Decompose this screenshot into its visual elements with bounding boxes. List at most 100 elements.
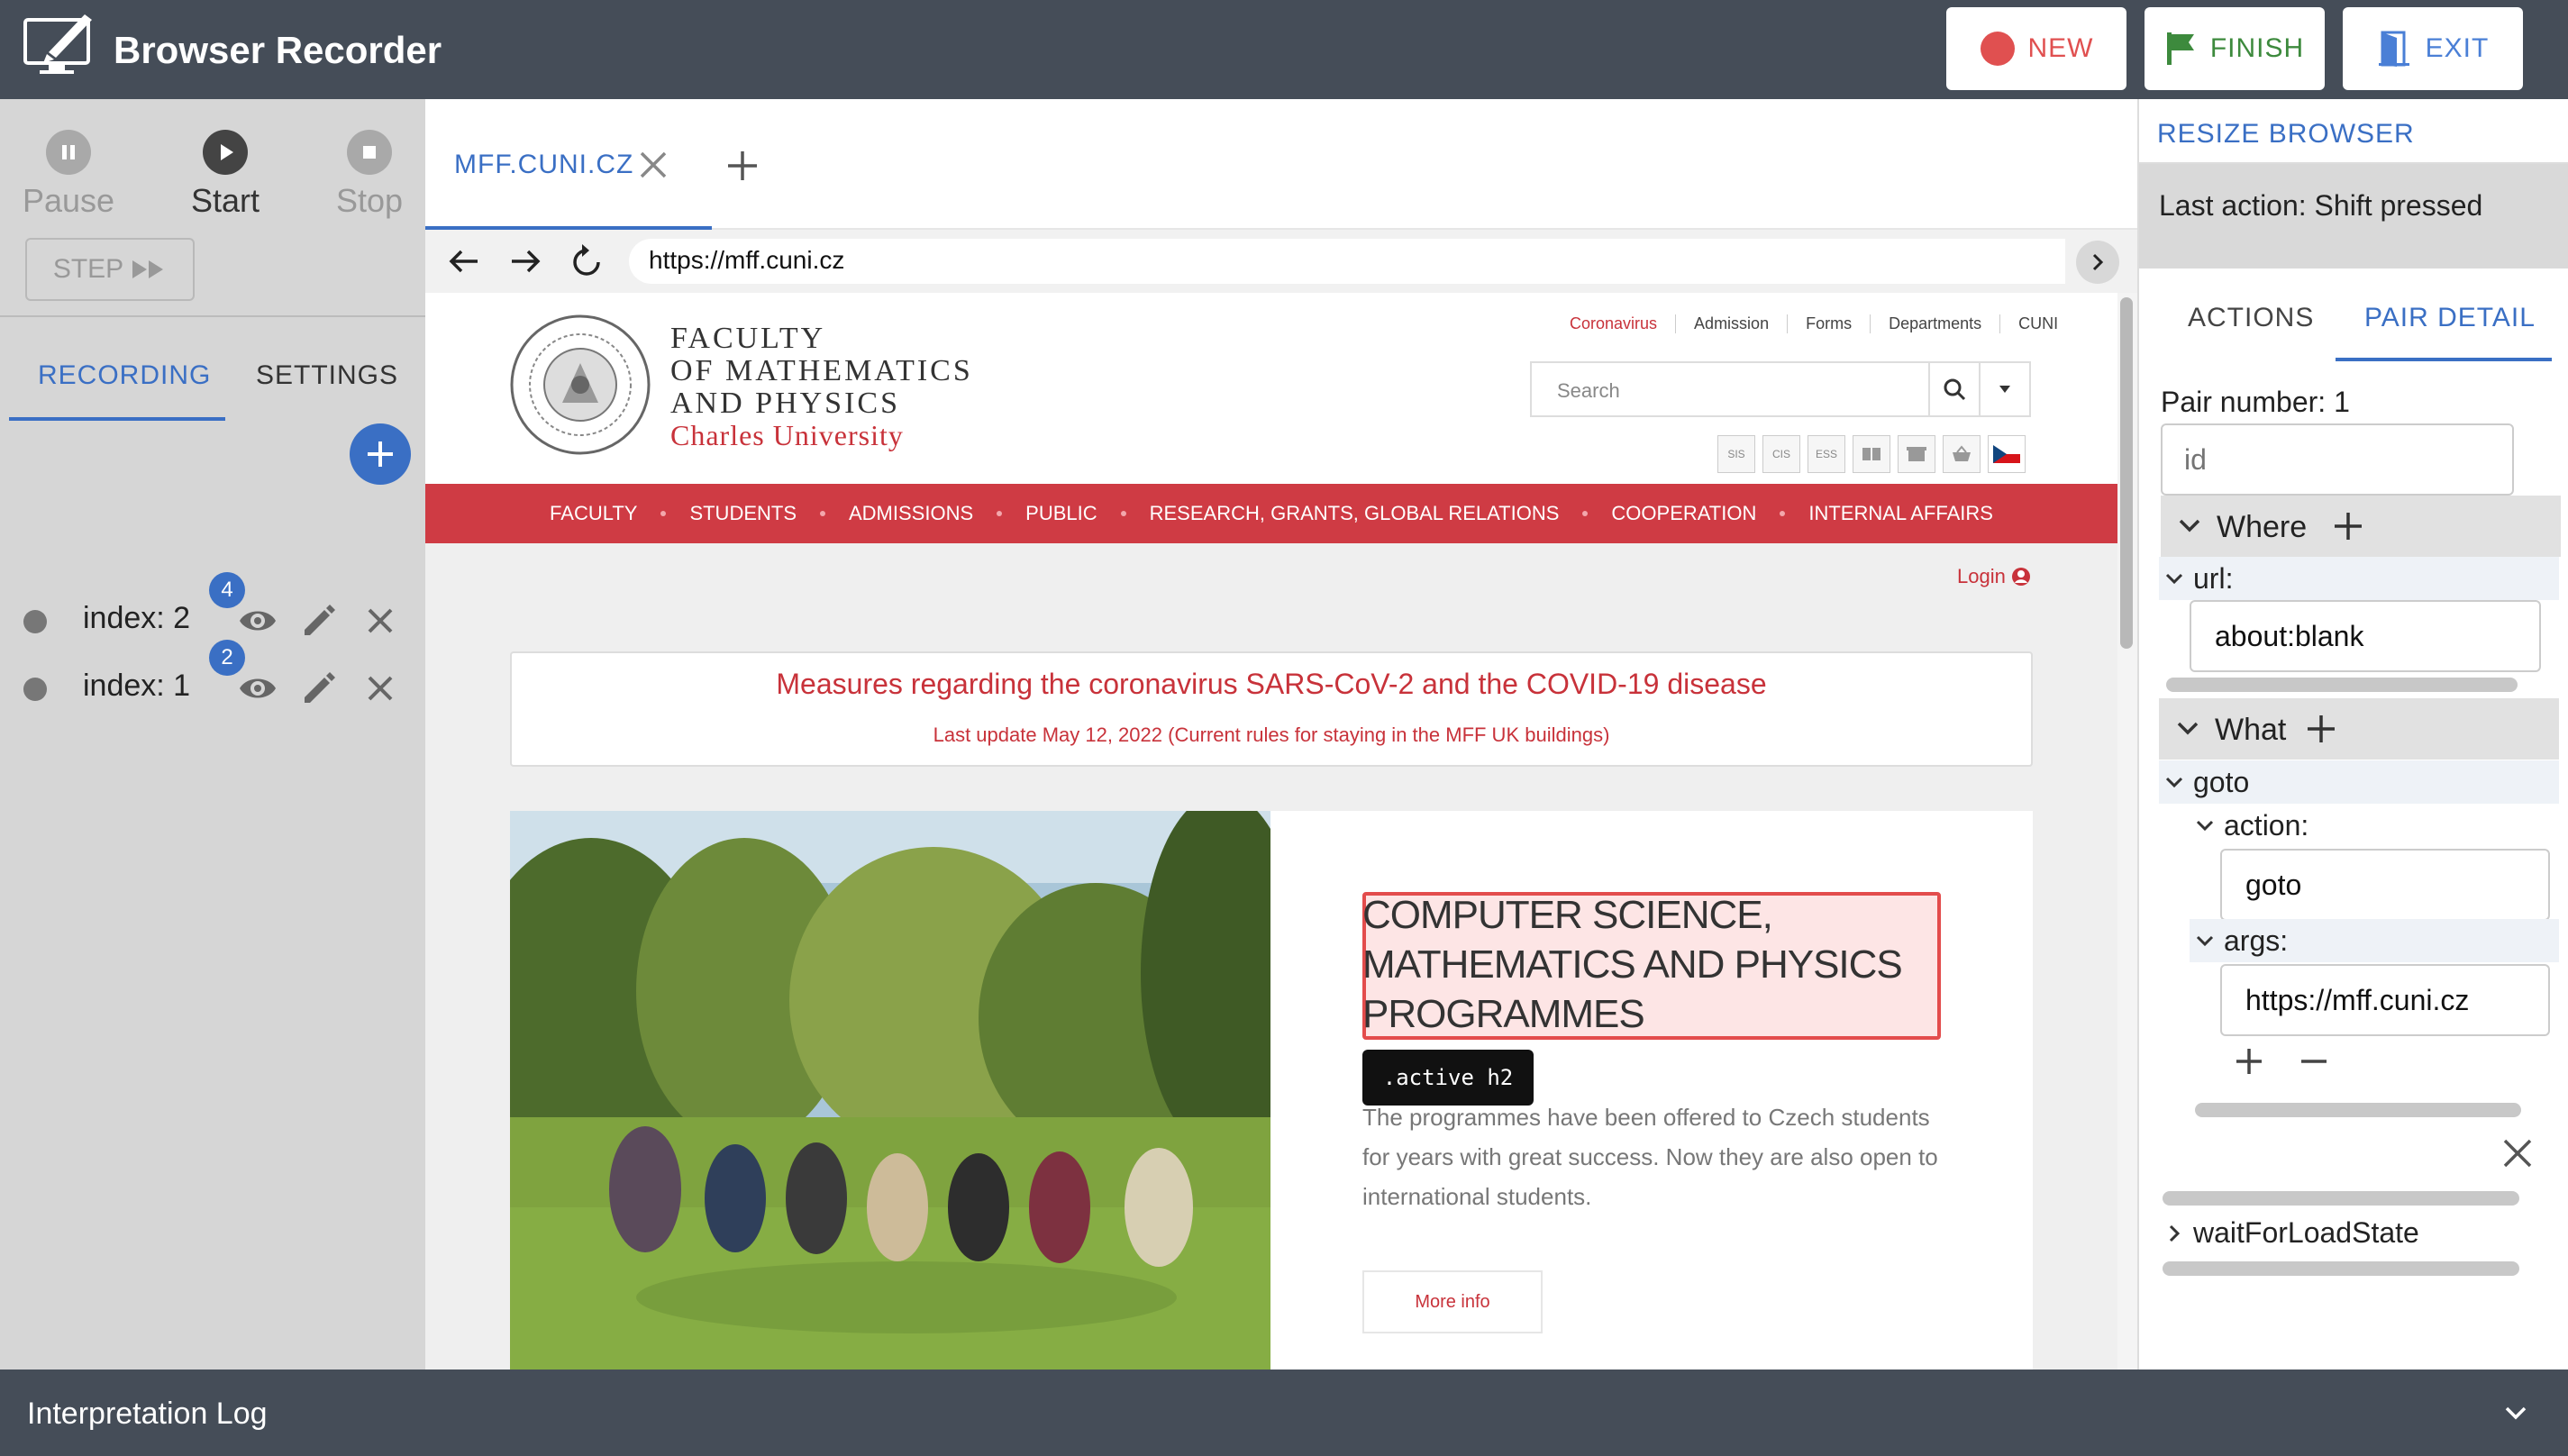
more-info-button[interactable]: More info bbox=[1362, 1270, 1543, 1333]
tab-pair-detail[interactable]: PAIR DETAIL bbox=[2364, 303, 2536, 333]
forward-arrow-icon[interactable] bbox=[505, 241, 546, 282]
exit-button[interactable]: EXIT bbox=[2343, 7, 2523, 90]
basket-icon[interactable] bbox=[1943, 435, 1981, 473]
new-tab-plus-icon[interactable] bbox=[723, 146, 762, 186]
delete-x-icon[interactable] bbox=[359, 667, 402, 710]
interpretation-log-bar[interactable]: Interpretation Log bbox=[0, 1370, 2568, 1456]
ess-icon[interactable]: ESS bbox=[1808, 435, 1845, 473]
site-search-button[interactable] bbox=[1928, 363, 1979, 415]
horizontal-scrollbar[interactable] bbox=[2163, 1191, 2519, 1206]
args-key-row[interactable]: args: bbox=[2190, 919, 2559, 962]
site-link-admission[interactable]: Admission bbox=[1676, 314, 1789, 333]
goto-row[interactable]: goto bbox=[2159, 760, 2559, 804]
pair-id-input[interactable] bbox=[2161, 423, 2514, 496]
last-action-text: Last action: Shift pressed bbox=[2159, 189, 2483, 222]
chevron-down-icon bbox=[2165, 573, 2183, 585]
eye-icon[interactable] bbox=[236, 667, 279, 710]
faculty-name-line: AND PHYSICS bbox=[670, 387, 900, 420]
tab-recording[interactable]: RECORDING bbox=[38, 360, 211, 391]
tab-indicator bbox=[2336, 358, 2552, 361]
site-nav-research[interactable]: RESEARCH, GRANTS, GLOBAL RELATIONS bbox=[1150, 502, 1560, 525]
url-value-input[interactable]: about:blank bbox=[2190, 600, 2541, 672]
site-nav-cooperation[interactable]: COOPERATION bbox=[1611, 502, 1756, 525]
edit-pencil-icon[interactable] bbox=[297, 599, 341, 642]
czech-flag-icon[interactable] bbox=[1988, 435, 2026, 473]
add-pair-button[interactable] bbox=[350, 423, 411, 485]
cis-icon[interactable]: CIS bbox=[1762, 435, 1800, 473]
exit-door-icon bbox=[2378, 31, 2409, 67]
add-arg-plus-icon[interactable] bbox=[2233, 1045, 2265, 1078]
wait-for-load-state-row[interactable]: waitForLoadState bbox=[2159, 1211, 2559, 1254]
flag-icon bbox=[2166, 32, 2194, 65]
what-section-header[interactable]: What bbox=[2159, 698, 2559, 760]
pair-label: index: 2 bbox=[83, 601, 191, 635]
chevron-down-icon bbox=[2196, 820, 2214, 832]
add-what-plus-icon[interactable] bbox=[2305, 713, 2337, 745]
search-icon bbox=[1944, 378, 1966, 401]
step-button[interactable]: STEP bbox=[25, 238, 195, 301]
new-button[interactable]: NEW bbox=[1946, 7, 2126, 90]
site-nav-public[interactable]: PUBLIC bbox=[1025, 502, 1097, 525]
pair-item[interactable]: index: 1 2 bbox=[0, 640, 425, 712]
site-login-link[interactable]: Login bbox=[1957, 565, 2031, 588]
hero-heading[interactable]: COMPUTER SCIENCE, MATHEMATICS AND PHYSIC… bbox=[1362, 890, 1948, 1039]
site-search-dropdown[interactable] bbox=[1979, 363, 2029, 415]
app-header: Browser Recorder NEW FINISH EXIT bbox=[0, 0, 2568, 99]
eye-icon[interactable] bbox=[236, 599, 279, 642]
action-key-label: action: bbox=[2224, 809, 2309, 842]
site-link-coronavirus[interactable]: Coronavirus bbox=[1552, 314, 1677, 333]
webpage-viewport[interactable]: FACULTY OF MATHEMATICS AND PHYSICS Charl… bbox=[425, 293, 2117, 1370]
back-arrow-icon[interactable] bbox=[443, 241, 485, 282]
pause-button[interactable]: Pause bbox=[5, 130, 132, 220]
args-value-input[interactable]: https://mff.cuni.cz bbox=[2220, 964, 2550, 1036]
site-login-label: Login bbox=[1957, 565, 2006, 587]
url-go-button[interactable] bbox=[2076, 241, 2119, 284]
covid-notice-banner[interactable]: Measures regarding the coronavirus SARS-… bbox=[510, 651, 2033, 767]
reload-icon[interactable] bbox=[566, 241, 607, 282]
hero-section: COMPUTER SCIENCE, MATHEMATICS AND PHYSIC… bbox=[510, 811, 2033, 1370]
edit-pencil-icon[interactable] bbox=[297, 667, 341, 710]
browser-tab[interactable]: MFF.CUNI.CZ bbox=[425, 99, 712, 230]
site-link-cuni[interactable]: CUNI bbox=[2000, 314, 2076, 333]
horizontal-scrollbar[interactable] bbox=[2195, 1103, 2521, 1117]
phone-icon[interactable] bbox=[1898, 435, 1935, 473]
resize-browser-button[interactable]: RESIZE BROWSER bbox=[2157, 119, 2415, 150]
finish-button[interactable]: FINISH bbox=[2145, 7, 2325, 90]
start-button[interactable]: Start bbox=[162, 130, 288, 220]
site-link-departments[interactable]: Departments bbox=[1871, 314, 2001, 333]
delete-action-x-icon[interactable] bbox=[2500, 1135, 2536, 1171]
site-nav-admissions[interactable]: ADMISSIONS bbox=[849, 502, 973, 525]
stop-button[interactable]: Stop bbox=[306, 130, 433, 220]
tab-settings[interactable]: SETTINGS bbox=[256, 360, 398, 391]
horizontal-scrollbar[interactable] bbox=[2163, 1261, 2519, 1276]
pair-label: index: 1 bbox=[83, 669, 191, 703]
site-search-input[interactable]: Search bbox=[1530, 361, 2031, 417]
start-label: Start bbox=[190, 182, 260, 219]
nav-separator bbox=[1582, 511, 1589, 516]
tab-actions[interactable]: ACTIONS bbox=[2188, 303, 2314, 333]
play-icon bbox=[203, 130, 248, 175]
step-label: STEP bbox=[52, 254, 124, 284]
horizontal-scrollbar[interactable] bbox=[2166, 678, 2518, 692]
site-nav-internal-affairs[interactable]: INTERNAL AFFAIRS bbox=[1808, 502, 1993, 525]
url-key-row[interactable]: url: bbox=[2159, 557, 2559, 600]
delete-x-icon[interactable] bbox=[359, 599, 402, 642]
nav-separator bbox=[660, 511, 667, 516]
pair-item[interactable]: index: 2 4 bbox=[0, 572, 425, 644]
sis-icon[interactable]: SIS bbox=[1717, 435, 1755, 473]
action-key-row[interactable]: action: bbox=[2190, 804, 2559, 847]
action-value-input[interactable]: goto bbox=[2220, 849, 2550, 921]
nav-separator bbox=[997, 511, 1003, 516]
site-system-icons: SIS CIS ESS bbox=[1717, 435, 2026, 473]
add-where-plus-icon[interactable] bbox=[2332, 510, 2364, 542]
site-link-forms[interactable]: Forms bbox=[1788, 314, 1871, 333]
site-nav-faculty[interactable]: FACULTY bbox=[550, 502, 637, 525]
webpage-scrollbar-thumb[interactable] bbox=[2120, 297, 2133, 649]
remove-arg-minus-icon[interactable] bbox=[2298, 1045, 2330, 1078]
site-nav-students[interactable]: STUDENTS bbox=[689, 502, 797, 525]
book-icon[interactable] bbox=[1853, 435, 1890, 473]
chevron-down-icon[interactable] bbox=[2500, 1397, 2532, 1429]
where-section-header[interactable]: Where bbox=[2161, 496, 2561, 557]
where-label: Where bbox=[2217, 510, 2308, 544]
close-tab-icon[interactable] bbox=[636, 148, 670, 182]
